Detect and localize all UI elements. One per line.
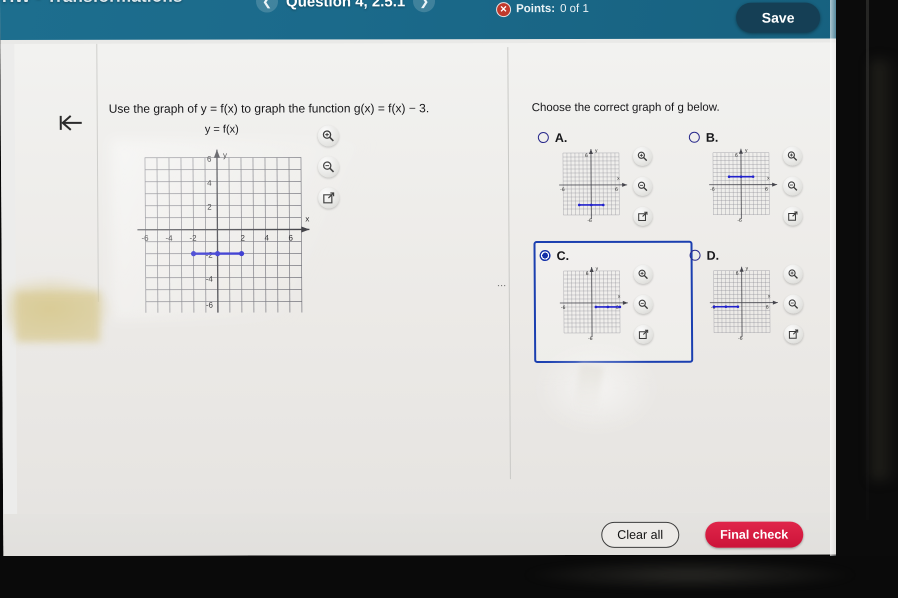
save-button[interactable]: Save [736,2,821,33]
segment-endpoint [190,251,197,257]
screen-glare-left-core [15,291,101,342]
tablet-screen: HW - Transformations ❮ Question 4, 2.5.1… [0,0,840,556]
zoom-in-icon[interactable] [317,125,339,147]
choice-a-zoom-out-icon[interactable] [633,176,653,196]
chevron-right-icon[interactable]: ❯ [413,0,436,13]
segment-midpoint [214,251,221,257]
segment-endpoint [238,250,245,257]
photo-of-screen: HW - Transformations ❮ Question 4, 2.5.1… [0,0,898,598]
svg-text:6: 6 [766,305,769,311]
work-panel: Use the graph of y = f(x) to graph the f… [5,42,840,514]
svg-text:y: y [223,151,227,160]
svg-text:-4: -4 [206,275,214,284]
pop-out-icon[interactable] [318,187,340,209]
svg-text:-6: -6 [560,187,565,193]
choose-prompt: Choose the correct graph of g below. [531,101,720,115]
question-navigator: ❮ Question 4, 2.5.1 ❯ [255,0,436,13]
svg-text:6: 6 [765,187,768,193]
question-prompt: Use the graph of y = f(x) to graph the f… [108,101,430,116]
svg-text:4: 4 [207,179,212,188]
x-circle-icon: ✕ [496,1,512,17]
clear-all-button[interactable]: Clear all [601,521,680,548]
choice-d-zoom-out-icon[interactable] [783,294,803,314]
svg-text:6: 6 [616,305,619,311]
svg-text:2: 2 [240,234,245,243]
choice-d-pop-out-icon[interactable] [783,324,804,344]
points-label: Points: [516,3,556,16]
choice-a-pop-out-icon[interactable] [633,206,653,226]
choice-d-zoom-in-icon[interactable] [783,264,803,284]
question-label: Question 4, 2.5.1 [285,0,406,11]
radio-b[interactable] [688,131,700,143]
svg-text:x: x [618,294,621,300]
bezel-reflection [872,60,898,480]
svg-text:4: 4 [264,234,269,243]
chevron-left-icon[interactable]: ❮ [255,0,279,13]
choice-b-pop-out-icon[interactable] [783,206,803,226]
svg-text:-6: -6 [738,336,743,342]
radio-d[interactable] [689,249,701,261]
final-check-button[interactable]: Final check [705,521,804,548]
choice-c-zoom-out-icon[interactable] [633,294,653,314]
choice-a-graph[interactable]: 6-6 6 -6yx [555,143,634,227]
svg-text:-4: -4 [165,234,173,243]
svg-text:-6: -6 [710,187,715,193]
choice-c-pop-out-icon[interactable] [633,324,654,344]
radio-a[interactable] [537,132,549,144]
assignment-title: HW - Transformations [2,0,183,7]
reference-graph-title: y = f(x) [204,123,239,136]
reference-graph: y = f(x) -6 -4 -2 2 4 6 6 4 2 -2 -4 -6 x… [127,123,318,313]
svg-text:-2: -2 [206,251,214,260]
svg-text:-6: -6 [561,305,566,311]
svg-text:-2: -2 [189,234,197,243]
choice-b-zoom-out-icon[interactable] [783,176,803,196]
panel-divider [507,47,511,480]
app-header: HW - Transformations ❮ Question 4, 2.5.1… [0,0,840,41]
radio-c[interactable] [539,250,551,262]
svg-text:x: x [305,214,309,223]
choice-c-zoom-in-icon[interactable] [633,264,653,284]
svg-text:-6: -6 [141,234,149,243]
choice-d-graph[interactable]: 6-66 -6yx [706,261,785,345]
bezel-smudge [520,560,860,590]
reference-graph-plot: -6 -4 -2 2 4 6 6 4 2 -2 -4 -6 x y [137,149,310,313]
points-row: ✕ Points: 0 of 1 [496,1,687,17]
svg-text:-6: -6 [206,301,214,310]
action-buttons: Clear all Final check [601,521,804,548]
svg-text:6: 6 [585,153,588,159]
skip-to-start-icon[interactable] [57,112,87,134]
score-summary: HW Score: 20.97%, 6.5 of 31 points ✕ Poi… [496,0,687,17]
svg-text:2: 2 [207,203,212,212]
choice-b-zoom-in-icon[interactable] [782,146,803,166]
svg-text:-6: -6 [737,218,742,224]
zoom-out-icon[interactable] [317,156,340,178]
choice-b-graph[interactable]: 6-6 6 -6yx [705,143,784,227]
svg-text:x: x [617,176,620,182]
svg-text:x: x [768,294,771,300]
svg-text:6: 6 [288,233,293,242]
svg-text:x: x [767,176,770,182]
left-rail-divider [96,43,99,302]
svg-text:6: 6 [207,155,212,164]
svg-text:6: 6 [615,187,618,193]
choice-c-graph[interactable]: 6-6 6 -6yx [556,261,635,345]
svg-text:-6: -6 [588,336,593,342]
svg-text:6: 6 [735,153,738,159]
bezel-highlight [866,0,869,520]
question-footer: Clear all Final check is View an example… [3,512,840,556]
svg-text:-6: -6 [587,218,592,224]
svg-text:6: 6 [736,271,739,277]
question-body: Use the graph of y = f(x) to graph the f… [0,42,840,556]
panel-resize-handle[interactable]: ⋮ [497,281,507,291]
svg-text:6: 6 [586,271,589,277]
points-value: 0 of 1 [560,2,589,16]
choice-a-zoom-in-icon[interactable] [632,146,653,166]
